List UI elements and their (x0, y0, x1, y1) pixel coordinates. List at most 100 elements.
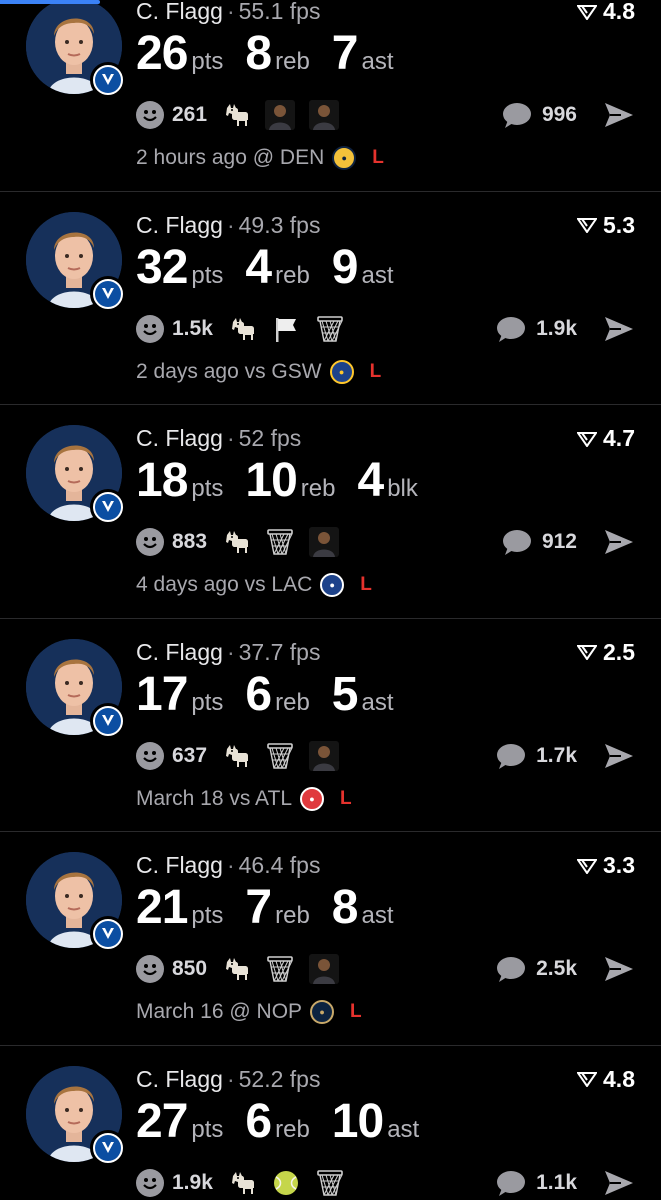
game-time-opponent: 4 days ago vs LAC (136, 573, 313, 596)
rating[interactable]: 4.8 (577, 0, 635, 25)
new-orleans-pelicans-logo: ● (310, 1000, 335, 1024)
share-send-icon[interactable] (603, 955, 635, 983)
game-post-card[interactable]: C. Flagg · 46.4 fps 3.3 21 pts 7 reb 8 ast 850 2.5k… (0, 832, 661, 1046)
goat-icon[interactable] (227, 314, 257, 344)
goat-icon[interactable] (221, 100, 251, 130)
stat-unit: pts (191, 475, 224, 502)
filter-chevron-icon (577, 4, 598, 20)
stat-unit: pts (191, 261, 224, 289)
player-name[interactable]: C. Flagg (136, 1066, 223, 1092)
goat-icon[interactable] (221, 954, 251, 984)
comment-icon[interactable] (494, 1169, 526, 1197)
stat-unit: reb (275, 688, 310, 716)
stat-0: 21 pts (136, 884, 223, 932)
rating[interactable]: 5.3 (577, 212, 635, 239)
player-photo-icon[interactable] (309, 954, 340, 984)
comment-icon[interactable] (500, 528, 532, 556)
separator-dot: · (226, 211, 235, 238)
social-actions: 1.1k (494, 1166, 635, 1200)
comment-icon[interactable] (494, 955, 526, 983)
reactions: 1.9k (136, 1166, 345, 1200)
smiley-icon[interactable] (136, 101, 164, 129)
basketball-net-icon[interactable] (315, 314, 345, 344)
game-post-card[interactable]: C. Flagg · 52 fps 4.7 18 pts 10 reb 4 blk 883 912 4 … (0, 405, 661, 619)
player-photo-icon[interactable] (309, 527, 340, 557)
stat-line: 17 pts 6 reb 5 ast (136, 667, 416, 721)
stat-value: 10 (245, 454, 297, 507)
rating[interactable]: 4.7 (577, 425, 635, 452)
stat-unit: pts (191, 688, 224, 716)
smiley-icon[interactable] (136, 1168, 164, 1197)
stat-1: 10 reb (245, 457, 335, 505)
share-send-icon[interactable] (603, 101, 635, 129)
game-post-card[interactable]: C. Flagg · 52.2 fps 4.8 27 pts 6 reb 10 ast 1.9k 1.… (0, 1046, 661, 1200)
stat-unit: reb (275, 902, 310, 929)
comment-icon[interactable] (494, 315, 526, 343)
rating-value: 4.8 (603, 1065, 635, 1092)
smiley-icon[interactable] (136, 314, 164, 343)
stat-value: 5 (331, 667, 359, 721)
player-name[interactable]: C. Flagg (136, 639, 223, 665)
player-photo-icon[interactable] (265, 100, 296, 130)
player-photo-icon[interactable] (309, 100, 340, 130)
stat-unit: reb (275, 261, 310, 289)
stat-line: 21 pts 7 reb 8 ast (136, 884, 416, 932)
goat-icon[interactable] (221, 527, 251, 557)
tennis-ball-icon[interactable] (271, 1168, 301, 1198)
comment-count: 1.9k (536, 316, 577, 340)
smiley-icon[interactable] (136, 741, 164, 770)
game-info: March 16 @ NOP ● L (136, 1000, 362, 1024)
rating[interactable]: 2.5 (577, 639, 635, 666)
rating[interactable]: 3.3 (577, 852, 635, 879)
smiley-icon[interactable] (136, 528, 164, 556)
player-name[interactable]: C. Flagg (136, 425, 223, 451)
reaction-count: 1.5k (172, 316, 213, 340)
game-info: March 18 vs ATL ● L (136, 786, 352, 811)
social-actions: 1.9k (494, 312, 635, 346)
player-photo-icon[interactable] (309, 740, 340, 771)
stat-unit: pts (191, 902, 224, 929)
share-send-icon[interactable] (603, 742, 635, 770)
comment-icon[interactable] (494, 742, 526, 770)
stat-2: 4 blk (357, 457, 417, 505)
comment-count: 996 (541, 103, 577, 126)
basketball-net-icon[interactable] (265, 954, 295, 984)
stat-unit: ast (387, 1115, 420, 1143)
player-name[interactable]: C. Flagg (136, 852, 223, 878)
basketball-net-icon[interactable] (265, 527, 295, 557)
basketball-net-icon[interactable] (315, 1168, 345, 1198)
goat-icon[interactable] (227, 1168, 257, 1198)
smiley-icon[interactable] (136, 955, 164, 983)
player-name[interactable]: C. Flagg (136, 0, 223, 24)
fantasy-points: 37.7 fps (238, 638, 321, 665)
post-header: C. Flagg · 55.1 fps (136, 0, 320, 25)
goat-icon[interactable] (221, 741, 251, 771)
share-send-icon[interactable] (603, 1169, 635, 1197)
share-send-icon[interactable] (603, 315, 635, 343)
stat-unit: ast (361, 902, 394, 929)
flag-icon[interactable] (271, 314, 301, 344)
stat-unit: ast (361, 48, 394, 75)
player-name[interactable]: C. Flagg (136, 212, 223, 238)
game-post-card[interactable]: C. Flagg · 55.1 fps 4.8 26 pts 8 reb 7 ast 261 996 2… (0, 0, 661, 192)
social-actions: 1.7k (494, 739, 635, 773)
stat-0: 26 pts (136, 30, 223, 78)
stat-unit: pts (191, 48, 224, 75)
reactions: 850 (136, 952, 340, 986)
stat-value: 8 (331, 881, 359, 934)
share-send-icon[interactable] (603, 528, 635, 556)
stat-line: 26 pts 8 reb 7 ast (136, 30, 416, 78)
stat-1: 6 reb (245, 670, 310, 719)
basketball-net-icon[interactable] (265, 741, 295, 771)
filter-chevron-icon (577, 431, 598, 447)
game-post-card[interactable]: C. Flagg · 49.3 fps 5.3 32 pts 4 reb 9 ast 1.5k 1.9… (0, 192, 661, 405)
rating-value: 5.3 (603, 211, 635, 238)
comment-icon[interactable] (500, 101, 532, 129)
stat-0: 18 pts (136, 457, 223, 505)
stat-0: 17 pts (136, 670, 224, 719)
rating[interactable]: 4.8 (577, 1066, 635, 1093)
golden-state-warriors-logo: ● (329, 359, 354, 384)
game-post-card[interactable]: C. Flagg · 37.7 fps 2.5 17 pts 6 reb 5 ast 637 1.7k… (0, 619, 661, 832)
stat-line: 18 pts 10 reb 4 blk (136, 457, 440, 505)
rating-value: 2.5 (603, 638, 635, 665)
